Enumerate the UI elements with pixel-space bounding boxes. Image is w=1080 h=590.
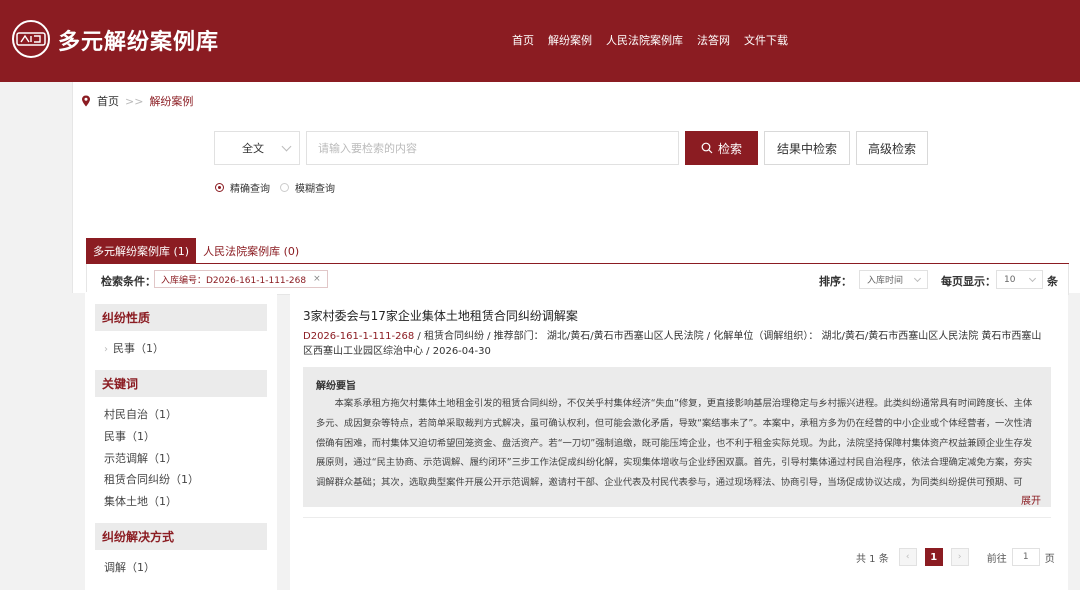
chevron-down-icon <box>1028 274 1037 283</box>
breadcrumb: 首页 >> 解纷案例 <box>81 93 193 109</box>
logo-icon[interactable] <box>12 20 50 58</box>
radio-exact[interactable] <box>215 183 224 192</box>
search-scope-select[interactable]: 全文 <box>214 131 300 165</box>
condition-chip[interactable]: 入库编号：D2026-161-1-111-268 × <box>154 270 328 288</box>
tab-diverse-library[interactable]: 多元解纷案例库 (1) <box>86 238 197 264</box>
facet-nature-title: 纠纷性质 <box>95 304 267 331</box>
per-page-value: 10 <box>1004 274 1016 285</box>
next-page-button[interactable]: › <box>950 548 969 566</box>
result-summary: 解纷要旨 本案系承租方拖欠村集体土地租金引发的租赁合同纠纷，不仅关乎村集体经济“… <box>303 367 1051 507</box>
tab-court-library[interactable]: 人民法院案例库 (0) <box>196 238 306 264</box>
nav-court-cases[interactable]: 人民法院案例库 <box>606 32 683 48</box>
chevron-down-icon <box>913 274 922 283</box>
sort-select[interactable]: 入库时间 <box>859 270 928 289</box>
search-scope-value: 全文 <box>242 142 264 155</box>
search-area: 全文 检索 结果中检索 高级检索 精确查询 模糊查询 多元解纷案例库 (1) 人… <box>72 116 1080 295</box>
location-pin-icon <box>82 95 90 107</box>
per-page-unit: 条 <box>1047 275 1058 288</box>
result-divider <box>303 517 1051 518</box>
result-title[interactable]: 3家村委会与17家企业集体土地租赁合同纠纷调解案 <box>303 307 578 324</box>
facet-keyword-item[interactable]: 示范调解（1） <box>104 450 177 466</box>
chevron-down-icon <box>281 141 292 152</box>
expand-link[interactable]: 展开 <box>1021 492 1041 507</box>
radio-fuzzy[interactable] <box>280 183 289 192</box>
radio-fuzzy-label[interactable]: 模糊查询 <box>295 180 335 195</box>
breadcrumb-current[interactable]: 解纷案例 <box>149 93 193 109</box>
condition-chip-text: 入库编号：D2026-161-1-111-268 <box>161 275 307 286</box>
current-page[interactable]: 1 <box>924 548 943 566</box>
sort-label: 排序： <box>819 275 852 288</box>
result-meta-text: / 租赁合同纠纷 / 推荐部门： 湖北/黄石/黄石市西塞山区人民法院 / 化解单… <box>303 331 1042 357</box>
sort-value: 入库时间 <box>867 276 904 286</box>
search-within-button[interactable]: 结果中检索 <box>764 131 850 165</box>
nav-downloads[interactable]: 文件下载 <box>744 32 788 48</box>
pagination: 共 1 条 ‹ 1 › 前往 1 页 <box>856 548 1055 566</box>
facet-method-title: 纠纷解决方式 <box>95 523 267 550</box>
search-button[interactable]: 检索 <box>685 131 758 165</box>
search-button-label: 检索 <box>717 141 742 156</box>
per-page-select[interactable]: 10 <box>996 270 1043 289</box>
library-tabs: 多元解纷案例库 (1) 人民法院案例库 (0) <box>86 238 306 264</box>
facet-keyword-item[interactable]: 民事（1） <box>104 428 155 444</box>
condition-label: 检索条件： <box>101 275 156 288</box>
prev-page-button[interactable]: ‹ <box>898 548 917 566</box>
condition-bar: 检索条件： 入库编号：D2026-161-1-111-268 × 排序： 入库时… <box>86 264 1069 295</box>
search-input[interactable] <box>306 131 679 165</box>
result-code[interactable]: D2026-161-1-111-268 <box>303 331 414 342</box>
facet-keyword-item[interactable]: 集体土地（1） <box>104 493 177 509</box>
pagination-total: 共 1 条 <box>856 553 889 565</box>
advanced-search-button[interactable]: 高级检索 <box>856 131 928 165</box>
nav-qa[interactable]: 法答网 <box>697 32 730 48</box>
nav-cases[interactable]: 解纷案例 <box>548 32 592 48</box>
top-nav: 首页 解纷案例 人民法院案例库 法答网 文件下载 <box>512 32 788 48</box>
nav-home[interactable]: 首页 <box>512 32 534 48</box>
result-meta: D2026-161-1-111-268 / 租赁合同纠纷 / 推荐部门： 湖北/… <box>303 329 1051 359</box>
close-icon[interactable]: × <box>313 274 321 284</box>
site-header: 多元解纷案例库 首页 解纷案例 人民法院案例库 法答网 文件下载 <box>0 0 1080 82</box>
facet-keyword-item[interactable]: 村民自治（1） <box>104 406 177 422</box>
search-icon <box>701 142 713 154</box>
goto-page-input[interactable]: 1 <box>1011 548 1040 566</box>
per-page-label: 每页显示： <box>941 275 996 288</box>
facet-keywords-title: 关键词 <box>95 370 267 397</box>
facet-keyword-item[interactable]: 租赁合同纠纷（1） <box>104 471 199 487</box>
search-mode-group: 精确查询 模糊查询 <box>215 180 345 195</box>
breadcrumb-bar: 首页 >> 解纷案例 <box>72 82 1080 116</box>
radio-exact-label[interactable]: 精确查询 <box>230 180 270 195</box>
summary-heading: 解纷要旨 <box>316 381 356 392</box>
facet-sidebar: 纠纷性质 民事（1） 关键词 村民自治（1） 民事（1） 示范调解（1） 租赁合… <box>85 292 277 590</box>
main-panel: 首页 >> 解纷案例 全文 检索 结果中检索 高级检索 精确查询 模糊查询 多元 <box>72 82 1080 590</box>
breadcrumb-separator: >> <box>125 94 144 108</box>
goto-label: 前往 <box>986 553 1007 565</box>
facet-nature-item[interactable]: 民事（1） <box>104 340 164 356</box>
page-unit: 页 <box>1044 553 1055 565</box>
facet-method-item[interactable]: 调解（1） <box>104 559 155 575</box>
summary-text: 本案系承租方拖欠村集体土地租金引发的租赁合同纠纷，不仅关乎村集体经济“失血”修复… <box>316 398 1033 489</box>
site-title[interactable]: 多元解纷案例库 <box>58 24 219 56</box>
breadcrumb-home[interactable]: 首页 <box>97 93 119 109</box>
results-panel: 3家村委会与17家企业集体土地租赁合同纠纷调解案 D2026-161-1-111… <box>290 292 1068 590</box>
